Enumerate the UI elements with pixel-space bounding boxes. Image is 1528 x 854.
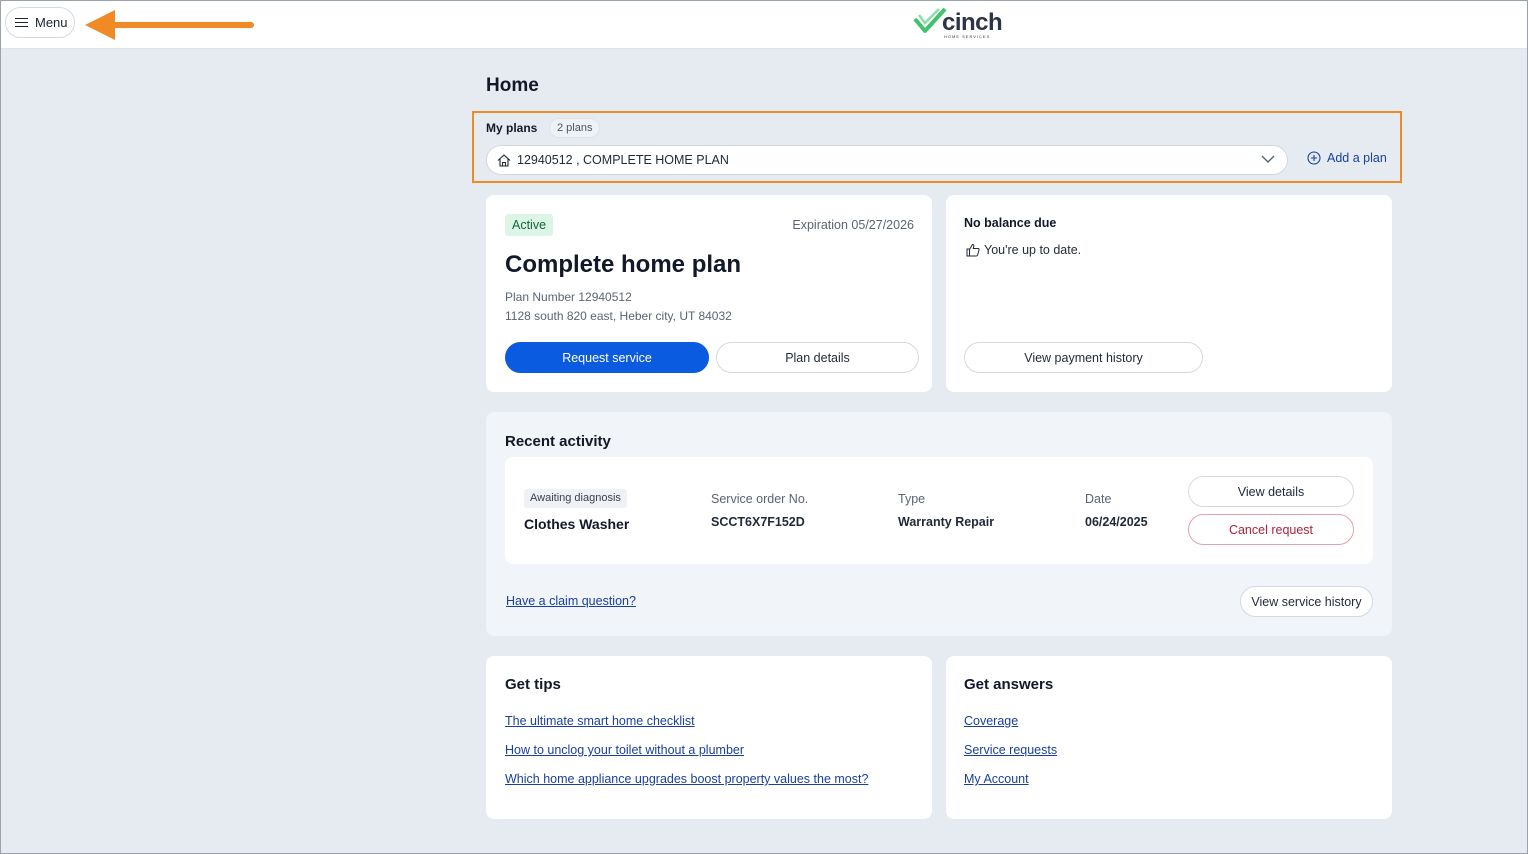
tip-link[interactable]: How to unclog your toilet without a plum… <box>505 743 744 757</box>
recent-activity-section: Recent activity Awaiting diagnosis Cloth… <box>486 412 1392 636</box>
home-icon <box>497 153 511 167</box>
tips-card: Get tips The ultimate smart home checkli… <box>486 656 932 819</box>
annotation-arrow-icon <box>85 10 254 40</box>
plan-address: 1128 south 820 east, Heber city, UT 8403… <box>505 309 732 323</box>
balance-status: You're up to date. <box>966 243 1081 257</box>
plan-expiration: Expiration 05/27/2026 <box>792 218 914 232</box>
status-badge: Active <box>505 214 554 236</box>
add-plan-label: Add a plan <box>1327 151 1387 165</box>
request-service-button[interactable]: Request service <box>505 342 709 373</box>
answer-link-coverage[interactable]: Coverage <box>964 714 1018 728</box>
service-order-label: Service order No. <box>711 492 809 506</box>
activity-item-name: Clothes Washer <box>524 516 630 532</box>
top-bar: Menu cinch HOME SERVICES <box>1 1 1527 49</box>
service-order-value: SCCT6X7F152D <box>711 515 805 529</box>
logo-wordmark: cinch <box>942 9 1003 36</box>
tip-link[interactable]: The ultimate smart home checklist <box>505 714 695 728</box>
activity-status-badge: Awaiting diagnosis <box>524 489 627 508</box>
plan-number: Plan Number 12940512 <box>505 290 632 304</box>
selected-plan-value: 12940512 , COMPLETE HOME PLAN <box>517 153 729 167</box>
my-plans-label: My plans <box>486 121 538 135</box>
cancel-request-button[interactable]: Cancel request <box>1188 514 1354 545</box>
menu-label: Menu <box>35 15 68 30</box>
chevron-down-icon <box>1261 155 1275 163</box>
page-title: Home <box>486 75 539 96</box>
tips-title: Get tips <box>505 676 561 693</box>
view-details-button[interactable]: View details <box>1188 476 1354 507</box>
plans-count-badge: 2 plans <box>549 118 601 138</box>
claim-question-link[interactable]: Have a claim question? <box>506 594 636 608</box>
logo-subtext: HOME SERVICES <box>944 34 991 39</box>
answers-card: Get answers Coverage Service requests My… <box>946 656 1392 819</box>
view-service-history-button[interactable]: View service history <box>1240 586 1373 617</box>
cinch-logo: cinch HOME SERVICES <box>913 5 1013 41</box>
type-label: Type <box>898 492 926 506</box>
plus-circle-icon <box>1307 151 1321 165</box>
plan-details-button[interactable]: Plan details <box>716 342 919 373</box>
type-value: Warranty Repair <box>898 515 995 529</box>
plan-title: Complete home plan <box>505 251 742 278</box>
add-plan-link[interactable]: Add a plan <box>1307 151 1387 165</box>
tip-link[interactable]: Which home appliance upgrades boost prop… <box>505 772 868 786</box>
menu-button[interactable]: Menu <box>5 7 75 38</box>
recent-activity-title: Recent activity <box>505 433 611 450</box>
plan-select[interactable]: 12940512 , COMPLETE HOME PLAN <box>486 145 1288 175</box>
date-label: Date <box>1085 492 1112 506</box>
balance-card: No balance due You're up to date. View p… <box>946 195 1392 392</box>
balance-title: No balance due <box>964 216 1057 230</box>
activity-item: Awaiting diagnosis Clothes Washer Servic… <box>505 457 1373 564</box>
answer-link-service-requests[interactable]: Service requests <box>964 743 1057 757</box>
plan-card: Active Expiration 05/27/2026 Complete ho… <box>486 195 932 392</box>
balance-subtitle: You're up to date. <box>984 243 1082 257</box>
answer-link-my-account[interactable]: My Account <box>964 772 1029 786</box>
thumbs-up-icon <box>966 243 980 257</box>
view-payment-history-button[interactable]: View payment history <box>964 342 1203 373</box>
answers-title: Get answers <box>964 676 1054 693</box>
hamburger-icon <box>15 17 28 28</box>
date-value: 06/24/2025 <box>1085 515 1148 529</box>
